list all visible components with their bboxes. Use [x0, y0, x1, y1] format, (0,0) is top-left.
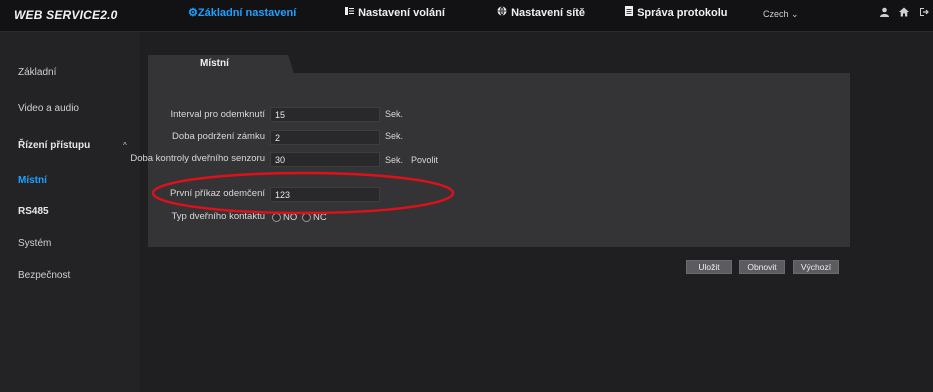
save-button[interactable]: Uložit: [686, 260, 732, 274]
tab-log-management-label: Správa protokolu: [637, 7, 728, 19]
unlock-interval-input[interactable]: [270, 107, 380, 122]
tab-basic-settings[interactable]: ⚙Základní nastavení: [188, 6, 296, 19]
tab-log-management[interactable]: Správa protokolu: [625, 6, 728, 19]
user-icon[interactable]: [880, 7, 889, 20]
tab-call-settings-label: Nastavení volání: [358, 7, 445, 19]
lock-hold-time-input[interactable]: [270, 130, 380, 145]
highlight-oval: [151, 171, 455, 215]
logout-icon[interactable]: [919, 7, 929, 20]
language-label: Czech: [763, 9, 789, 19]
tab-call-settings[interactable]: Nastavení volání: [345, 6, 445, 19]
sidebar-item-security[interactable]: Bezpečnost: [18, 270, 70, 281]
sidebar-item-access-control[interactable]: Řízení přístupu: [18, 140, 90, 151]
door-sensor-check-label: Doba kontroly dveřního senzoru: [130, 153, 265, 164]
language-select[interactable]: Czech ⌄: [763, 9, 799, 20]
app-logo: WEB SERVICE2.0: [14, 8, 118, 22]
home-icon[interactable]: [899, 7, 909, 20]
tab-local-label: Místní: [200, 58, 229, 69]
door-sensor-enable-label[interactable]: Povolit: [411, 155, 438, 165]
tab-network-settings[interactable]: Nastavení sítě: [497, 6, 585, 19]
sidebar-item-basic[interactable]: Základní: [18, 67, 56, 78]
unlock-interval-unit: Sek.: [385, 109, 404, 119]
tab-basic-settings-label: ⚙Základní nastavení: [188, 7, 297, 19]
refresh-button[interactable]: Obnovit: [739, 260, 785, 274]
document-icon: [625, 6, 636, 19]
top-bar: WEB SERVICE2.0 ⚙Základní nastavení Nasta…: [0, 0, 933, 32]
tab-network-settings-label: Nastavení sítě: [511, 7, 586, 19]
door-sensor-check-input[interactable]: [270, 152, 380, 167]
globe-icon: [497, 6, 510, 19]
unlock-interval-label: Interval pro odemknutí: [170, 109, 265, 120]
sidebar-item-local[interactable]: Místní: [18, 175, 47, 186]
lock-hold-time-label: Doba podržení zámku: [172, 131, 265, 142]
sidebar-item-system[interactable]: Systém: [18, 238, 51, 249]
default-button[interactable]: Výchozí: [793, 260, 839, 274]
lock-hold-time-unit: Sek.: [385, 131, 404, 141]
sidebar-item-rs485[interactable]: RS485: [18, 206, 49, 217]
chevron-down-icon: ⌄: [791, 9, 799, 19]
door-sensor-check-unit: Sek.: [385, 155, 404, 165]
phone-list-icon: [345, 7, 357, 19]
tab-local[interactable]: Místní: [148, 55, 294, 74]
chevron-up-icon[interactable]: ^: [123, 141, 127, 150]
sidebar-item-video-audio[interactable]: Video a audio: [18, 103, 79, 114]
